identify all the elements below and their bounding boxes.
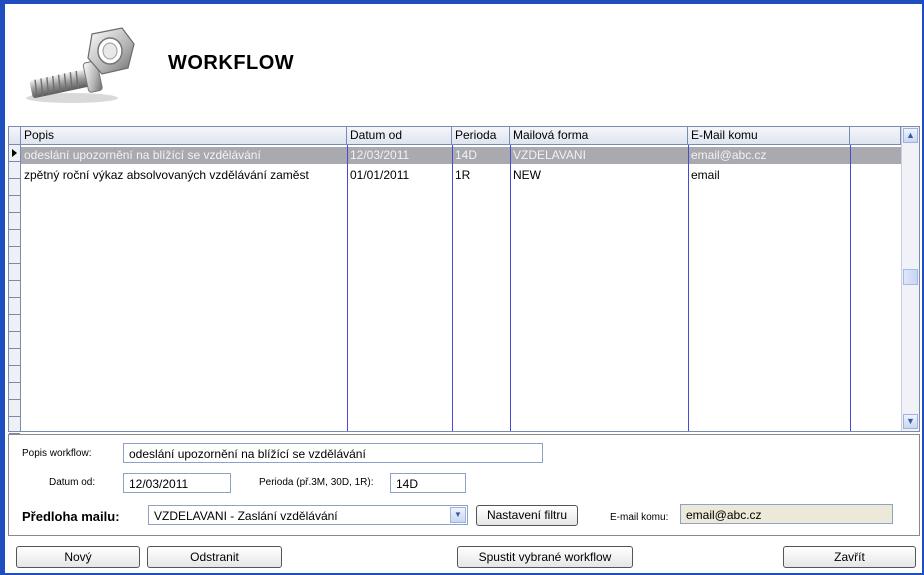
perioda-label: Perioda (př.3M, 30D, 1R):: [259, 477, 374, 488]
column-divider: [510, 145, 511, 431]
row-indicator[interactable]: [9, 298, 20, 315]
row-indicator[interactable]: [9, 247, 20, 264]
window-top-border: [0, 0, 924, 4]
filter-settings-button[interactable]: Nastavení filtru: [476, 505, 578, 526]
header-corner: [9, 127, 21, 144]
column-header-mailova-forma[interactable]: Mailová forma: [510, 127, 688, 144]
popis-workflow-input[interactable]: odeslání upozornění na blížící se vzdělá…: [123, 443, 543, 463]
cell-datum-od[interactable]: 12/03/2011: [347, 147, 452, 164]
window-left-border: [0, 0, 5, 575]
column-header-perioda[interactable]: Perioda: [452, 127, 510, 144]
cell-email-komu[interactable]: email@abc.cz: [688, 147, 850, 164]
new-button[interactable]: Nový: [16, 546, 140, 568]
cell-mailova-forma[interactable]: NEW: [510, 167, 688, 184]
row-indicator[interactable]: [9, 366, 20, 383]
predloha-mailu-value: VZDELAVANI - Zaslání vzdělávání: [154, 509, 338, 523]
row-indicator[interactable]: [9, 400, 20, 417]
row-indicator[interactable]: [9, 417, 20, 434]
column-header-popis[interactable]: Popis: [21, 127, 347, 144]
current-row-arrow-icon: [12, 149, 17, 157]
chevron-down-icon[interactable]: ▼: [450, 507, 466, 523]
row-indicator[interactable]: [9, 213, 20, 230]
row-indicator[interactable]: [9, 332, 20, 349]
delete-button[interactable]: Odstranit: [147, 546, 282, 568]
grid-header: Popis Datum od Perioda Mailová forma E-M…: [9, 127, 901, 145]
email-komu-input[interactable]: email@abc.cz: [680, 504, 893, 524]
email-komu-label: E-mail komu:: [610, 512, 669, 523]
datum-od-input[interactable]: 12/03/2011: [123, 473, 231, 493]
page-title: WORKFLOW: [168, 52, 295, 74]
row-indicator[interactable]: [9, 264, 20, 281]
row-indicator-column: [9, 145, 21, 434]
cell-email-komu[interactable]: email: [688, 167, 850, 184]
column-divider: [452, 145, 453, 431]
row-indicator[interactable]: [9, 230, 20, 247]
cell-popis[interactable]: zpětný roční výkaz absolvovaných vzděláv…: [21, 167, 347, 184]
close-button[interactable]: Zavřít: [783, 546, 916, 568]
column-divider: [850, 145, 851, 431]
datum-od-label: Datum od:: [49, 477, 96, 488]
row-indicator[interactable]: [9, 383, 20, 400]
workflow-grid[interactable]: Popis Datum od Perioda Mailová forma E-M…: [8, 126, 920, 434]
workflow-detail-form: Popis workflow: odeslání upozornění na b…: [8, 434, 920, 536]
row-indicator[interactable]: [9, 162, 20, 179]
cell-popis[interactable]: odeslání upozornění na blížící se vzdělá…: [21, 147, 347, 164]
column-header-datum-od[interactable]: Datum od: [347, 127, 452, 144]
cell-datum-od[interactable]: 01/01/2011: [347, 167, 452, 184]
column-header-extra: [850, 127, 901, 144]
row-indicator[interactable]: [9, 281, 20, 298]
table-row[interactable]: odeslání upozornění na blížící se vzdělá…: [21, 147, 901, 164]
cell-perioda[interactable]: 14D: [452, 147, 510, 164]
workflow-window: WORKFLOW Popis Datum od Perioda Mailová …: [0, 0, 924, 575]
row-indicator[interactable]: [9, 196, 20, 213]
chevron-up-icon[interactable]: ▲: [903, 128, 918, 143]
chevron-down-icon[interactable]: ▼: [903, 414, 918, 429]
cell-perioda[interactable]: 1R: [452, 167, 510, 184]
column-divider: [688, 145, 689, 431]
column-divider: [347, 145, 348, 431]
screw-nut-logo-icon: [26, 27, 135, 103]
scrollbar-thumb[interactable]: [903, 269, 918, 285]
vertical-scrollbar[interactable]: ▲ ▼: [901, 127, 919, 431]
column-header-email-komu[interactable]: E-Mail komu: [688, 127, 850, 144]
perioda-input[interactable]: 14D: [390, 473, 466, 493]
cell-mailova-forma[interactable]: VZDELAVANI: [510, 147, 688, 164]
table-row[interactable]: zpětný roční výkaz absolvovaných vzděláv…: [21, 167, 901, 184]
row-indicator[interactable]: [9, 179, 20, 196]
predloha-mailu-select[interactable]: VZDELAVANI - Zaslání vzdělávání ▼: [148, 505, 468, 525]
run-selected-workflow-button[interactable]: Spustit vybrané workflow: [457, 546, 633, 568]
row-indicator[interactable]: [9, 145, 20, 162]
row-indicator[interactable]: [9, 349, 20, 366]
predloha-mailu-label: Předloha mailu:: [22, 509, 120, 524]
row-indicator[interactable]: [9, 315, 20, 332]
popis-workflow-label: Popis workflow:: [22, 448, 92, 459]
